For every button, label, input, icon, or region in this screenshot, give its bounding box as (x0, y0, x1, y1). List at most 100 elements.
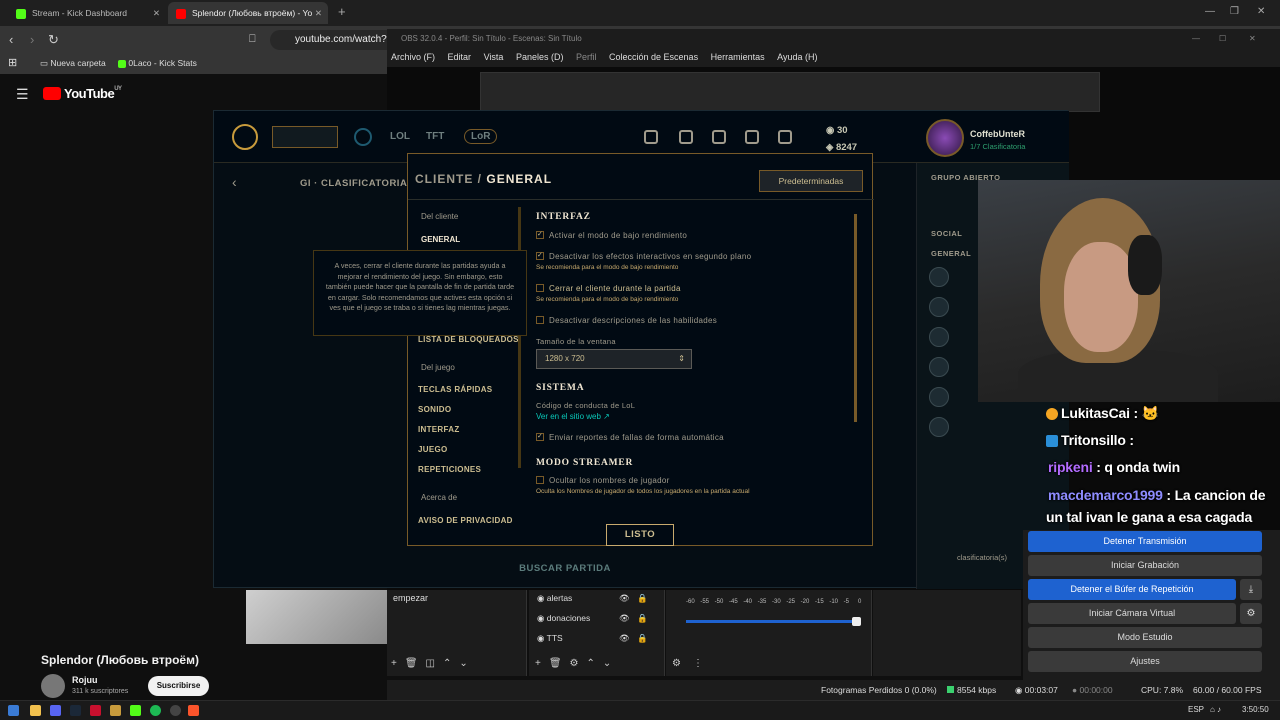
stop-stream-button[interactable]: Detener Transmisión (1028, 531, 1262, 552)
folder-icon[interactable] (30, 705, 41, 716)
save-replay-icon[interactable]: ⤓ (1240, 579, 1262, 600)
nav-interface[interactable]: INTERFAZ (418, 425, 460, 434)
up-icon[interactable]: ⌃ (443, 658, 451, 669)
friend-avatar[interactable] (929, 417, 949, 437)
bookmark-icon[interactable]: ⎕ (249, 33, 256, 46)
checkbox-icon[interactable] (536, 475, 544, 484)
menu-coleccion[interactable]: Colección de Escenas (609, 52, 698, 62)
virtual-camera-button[interactable]: Iniciar Cámara Virtual (1028, 603, 1236, 624)
obs-icon[interactable] (170, 705, 181, 716)
minimize-icon[interactable]: — (1205, 6, 1215, 17)
reload-icon[interactable]: ↻ (48, 32, 59, 48)
start-icon[interactable] (8, 705, 19, 716)
defaults-button[interactable]: Predeterminadas (759, 170, 863, 192)
menu-ayuda[interactable]: Ayuda (H) (777, 52, 817, 62)
gear-icon[interactable]: ⚙ (570, 658, 579, 669)
up-icon[interactable]: ⌃ (587, 658, 595, 669)
subscribe-button[interactable]: Suscribirse (148, 676, 209, 696)
nav-privacy[interactable]: AVISO DE PRIVACIDAD (418, 516, 513, 525)
nav-tft[interactable]: TFT (426, 131, 444, 142)
friend-avatar[interactable] (929, 357, 949, 377)
start-recording-button[interactable]: Iniciar Grabación (1028, 555, 1262, 576)
clock[interactable]: 3:50:50 (1242, 705, 1269, 714)
loot-icon[interactable] (712, 130, 726, 144)
checkbox-checked-icon[interactable]: ✓ (536, 230, 544, 239)
mixer-settings-icon[interactable]: ⚙ (672, 658, 681, 669)
brave-icon[interactable] (188, 705, 199, 716)
volume-slider-handle[interactable] (852, 617, 861, 626)
add-icon[interactable]: + (535, 658, 541, 669)
source-item[interactable]: ◉ donaciones 👁 🔒 (537, 613, 648, 624)
nav-game[interactable]: JUEGO (418, 445, 448, 454)
lol-logo-icon[interactable] (232, 124, 258, 150)
profile-icon[interactable] (644, 130, 658, 144)
studio-mode-button[interactable]: Modo Estudio (1028, 627, 1262, 648)
new-tab-icon[interactable]: + (338, 4, 346, 19)
friend-avatar[interactable] (929, 387, 949, 407)
spotify-icon[interactable] (150, 705, 161, 716)
nav-lol[interactable]: LOL (390, 131, 410, 142)
url-field[interactable]: youtube.com/watch?v (270, 30, 390, 50)
checkbox-icon[interactable] (536, 315, 544, 324)
down-icon[interactable]: ⌄ (603, 658, 611, 669)
home-icon[interactable] (354, 128, 372, 146)
close-window-icon[interactable]: ✕ (1249, 29, 1256, 48)
opt-crash-reports[interactable]: ✓ Enviar reportes de fallas de forma auto… (536, 432, 724, 442)
keyboard-lang[interactable]: ESP (1188, 705, 1204, 714)
stop-replay-buffer-button[interactable]: Detener el Búfer de Repetición (1028, 579, 1236, 600)
channel-avatar[interactable] (41, 674, 65, 698)
down-icon[interactable]: ⌄ (459, 658, 467, 669)
eye-icon[interactable]: 👁 (619, 613, 630, 624)
nav-sound[interactable]: SONIDO (418, 405, 451, 414)
more-icon[interactable]: ⋮ (693, 658, 703, 669)
done-button[interactable]: LISTO (606, 524, 674, 546)
lock-icon[interactable]: 🔒 (637, 633, 648, 644)
tab-youtube[interactable]: Splendor (Любовь втроём) - Yo ✕ (168, 2, 328, 24)
minimize-icon[interactable]: — (1192, 29, 1200, 48)
source-item[interactable]: ◉ alertas 👁 🔒 (537, 593, 648, 604)
opt-ability-descriptions[interactable]: Desactivar descripciones de las habilida… (536, 315, 717, 325)
lol-icon[interactable] (110, 705, 121, 716)
source-item[interactable]: ◉ TTS 👁 🔒 (537, 633, 648, 644)
maximize-icon[interactable]: ❐ (1230, 6, 1239, 17)
close-window-icon[interactable]: ✕ (1257, 6, 1265, 17)
maximize-icon[interactable]: ☐ (1219, 29, 1226, 48)
menu-paneles[interactable]: Paneles (D) (516, 52, 564, 62)
channel-name[interactable]: Rojuu (72, 675, 98, 685)
back-icon[interactable]: ‹ (9, 32, 13, 47)
volume-slider[interactable] (686, 620, 858, 623)
checkbox-checked-icon[interactable]: ✓ (536, 432, 544, 441)
menu-editar[interactable]: Editar (448, 52, 472, 62)
collection-icon[interactable] (679, 130, 693, 144)
apps-icon[interactable]: ⊞ (8, 56, 17, 69)
bookmark-kick-stats[interactable]: 0Laco - Kick Stats (118, 58, 197, 68)
nav-replays[interactable]: REPETICIONES (418, 465, 481, 474)
scene-item[interactable]: empezar (393, 593, 428, 603)
nav-lor[interactable]: LoR (464, 129, 498, 144)
nav-hotkeys[interactable]: TECLAS RÁPIDAS (418, 385, 492, 394)
nav-general[interactable]: GENERAL (421, 235, 460, 244)
play-button[interactable] (272, 126, 338, 148)
close-tab-icon[interactable]: ✕ (153, 2, 160, 24)
lock-icon[interactable]: 🔒 (637, 593, 648, 604)
forward-icon[interactable]: › (30, 32, 34, 47)
friend-avatar[interactable] (929, 267, 949, 287)
menu-vista[interactable]: Vista (484, 52, 504, 62)
checkbox-icon[interactable] (536, 283, 544, 292)
eye-icon[interactable]: 👁 (619, 633, 630, 644)
conduct-link[interactable]: Ver en el sitio web ↗ (536, 412, 610, 421)
kick-icon[interactable] (130, 705, 141, 716)
menu-icon[interactable]: ☰ (16, 86, 29, 103)
menu-perfil[interactable]: Perfil (576, 52, 597, 62)
store-icon[interactable] (778, 130, 792, 144)
bookmark-folder[interactable]: ▭ Nueva carpeta (40, 58, 106, 69)
scrollbar[interactable] (854, 214, 857, 422)
back-icon[interactable]: ‹ (232, 174, 237, 190)
settings-button[interactable]: Ajustes (1028, 651, 1262, 672)
opt-close-client[interactable]: Cerrar el cliente durante la partida (536, 283, 681, 293)
eye-icon[interactable]: 👁 (619, 593, 630, 604)
clash-icon[interactable] (745, 130, 759, 144)
opt-disable-effects[interactable]: ✓ Desactivar los efectos interactivos en … (536, 251, 751, 261)
menu-archivo[interactable]: Archivo (F) (391, 52, 435, 62)
riot-icon[interactable] (90, 705, 101, 716)
